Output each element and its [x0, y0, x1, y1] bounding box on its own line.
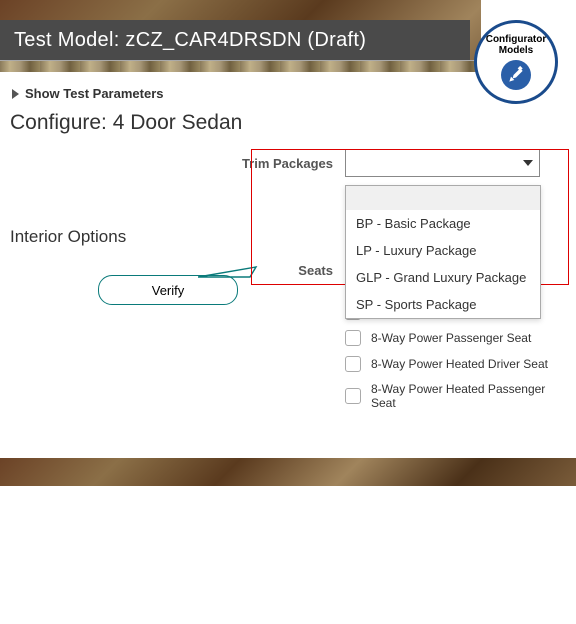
dropdown-option[interactable]: LP - Luxury Package — [346, 237, 540, 264]
seat-option-label: 8-Way Power Heated Passenger Seat — [371, 382, 566, 410]
seat-option-row: 8-Way Power Heated Driver Seat — [345, 351, 566, 377]
badge-line2: Models — [499, 45, 533, 56]
trim-packages-dropdown: BP - Basic Package LP - Luxury Package G… — [345, 185, 541, 319]
header-divider — [0, 60, 481, 72]
footer-texture-band — [0, 458, 576, 486]
header-texture-band: Test Model: zCZ_CAR4DRSDN (Draft) — [0, 0, 481, 60]
verify-callout: Verify — [98, 275, 238, 305]
form-area: Trim Packages BP - Basic Package LP - Lu… — [10, 149, 566, 177]
callout-pointer — [198, 265, 258, 279]
configure-heading: Configure: 4 Door Sedan — [10, 111, 566, 149]
dropdown-option[interactable]: BP - Basic Package — [346, 210, 540, 237]
seat-option-label: 8-Way Power Passenger Seat — [371, 331, 531, 345]
configurator-models-badge[interactable]: Configurator Models — [474, 20, 558, 104]
dropdown-option-blank[interactable] — [346, 186, 540, 210]
seat-option-checkbox[interactable] — [345, 356, 361, 372]
seat-option-checkbox[interactable] — [345, 330, 361, 346]
chevron-down-icon — [523, 160, 533, 166]
dropdown-option[interactable]: SP - Sports Package — [346, 291, 540, 318]
seat-option-checkbox[interactable] — [345, 388, 361, 404]
seat-option-label: 8-Way Power Heated Driver Seat — [371, 357, 548, 371]
trim-packages-label: Trim Packages — [10, 149, 345, 171]
tools-icon — [501, 60, 531, 90]
interior-options-heading: Interior Options — [10, 227, 126, 247]
verify-callout-text: Verify — [152, 283, 185, 298]
seat-option-row: 8-Way Power Passenger Seat — [345, 325, 566, 351]
badge-line1: Configurator — [486, 34, 547, 45]
expand-icon — [12, 89, 19, 99]
verify-callout-body: Verify — [98, 275, 238, 305]
seat-option-row: 8-Way Power Heated Passenger Seat — [345, 377, 566, 415]
trim-packages-select[interactable] — [345, 149, 540, 177]
trim-packages-row: Trim Packages — [10, 149, 566, 177]
page-title-bar: Test Model: zCZ_CAR4DRSDN (Draft) — [0, 20, 470, 60]
page-title: Test Model: zCZ_CAR4DRSDN (Draft) — [14, 29, 366, 52]
show-params-label: Show Test Parameters — [25, 86, 163, 101]
dropdown-option[interactable]: GLP - Grand Luxury Package — [346, 264, 540, 291]
